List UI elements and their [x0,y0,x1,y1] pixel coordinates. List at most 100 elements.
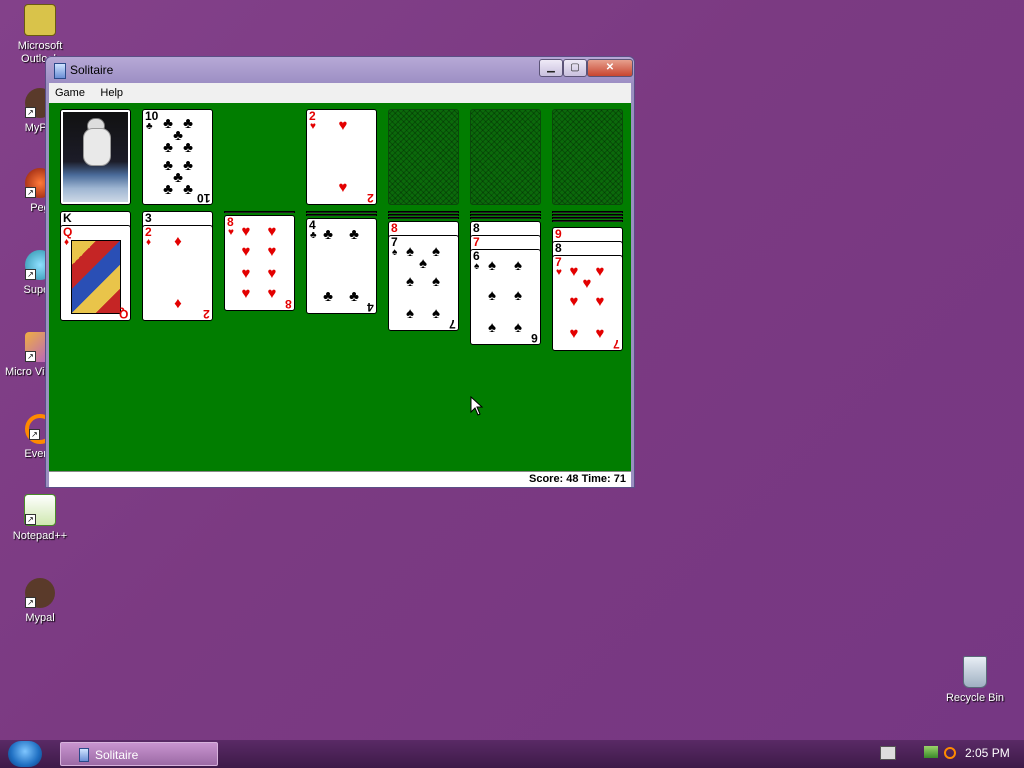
foundation-3-empty[interactable] [470,109,541,205]
heart-icon: ♥ [228,227,234,238]
search-tray-icon[interactable] [944,747,956,759]
card-rank: 7 [473,235,480,249]
club-icon: ♣ [323,288,333,305]
heart-icon: ♥ [267,223,277,240]
spade-icon: ♠ [432,305,440,322]
club-icon: ♣ [146,121,153,132]
heart-icon: ♥ [338,179,348,196]
spade-icon: ♠ [488,287,496,304]
desktop-icon-recycle-bin[interactable]: Recycle Bin [935,656,1015,705]
notepadpp-icon: ↗ [24,494,56,526]
diamond-icon: ♦ [174,233,182,250]
desktop-icon-mypal[interactable]: ↗ Mypal [0,578,80,625]
card-rank-bottom: 2 [203,307,210,321]
card-rank: 9 [555,227,562,241]
card-rank-bottom: 8 [285,297,292,311]
spade-icon: ♠ [406,273,414,290]
heart-icon: ♥ [569,293,579,310]
heart-icon: ♥ [556,267,562,278]
tableau-2-top-card[interactable]: 2 ♦ ♦ ♦ 2 [142,225,213,321]
score-time-readout: Score: 48 Time: 71 [528,473,626,485]
heart-icon: ♥ [267,285,277,302]
tableau-6-back-edge [470,214,541,216]
card-rank-bottom: 2 [367,191,374,205]
tableau-7-top-card[interactable]: 7 ♥ ♥ ♥ ♥ ♥ ♥ ♥ ♥ 7 [552,255,623,351]
diamond-icon: ♦ [146,237,152,248]
spade-icon: ♠ [432,273,440,290]
diamond-icon: ♦ [64,237,70,248]
maximize-button[interactable]: ▢ [563,59,587,77]
menu-help[interactable]: Help [94,84,128,99]
tableau-5-back-edge [388,217,459,219]
foundation-1[interactable]: 2 ♥ ♥ ♥ 2 [306,109,377,205]
taskbar-item-solitaire[interactable]: Solitaire [60,742,218,766]
tableau-5-top-card[interactable]: 7 ♠ ♠ ♠ ♠ ♠ ♠ ♠ ♠ 7 [388,235,459,331]
spade-icon: ♠ [392,247,398,258]
clock[interactable]: 2:05 PM [965,746,1010,760]
stock-pile[interactable] [60,109,131,205]
heart-icon: ♥ [267,243,277,260]
tableau-1-top-card[interactable]: Q ♦ Q [60,225,131,321]
card-rank: K [63,211,72,225]
club-icon: ♣ [183,181,193,198]
tableau-3-back-edge [224,211,295,213]
mouse-cursor-icon [470,396,484,416]
card-rank: 8 [473,221,480,235]
spade-icon: ♠ [419,255,427,272]
tableau-5-back-edge [388,211,459,213]
spade-icon: ♠ [432,243,440,260]
tableau-6-back-edge [470,217,541,219]
waste-pile-card[interactable]: 10 ♣ ♣ ♣ ♣ ♣ ♣ ♣ ♣ ♣ ♣ ♣ 10 [142,109,213,205]
menu-bar: Game Help [49,83,631,103]
spade-icon: ♠ [406,243,414,260]
tableau-6-top-card[interactable]: 6 ♠ ♠ ♠ ♠ ♠ ♠ ♠ 6 [470,249,541,345]
heart-icon: ♥ [582,275,592,292]
heart-icon: ♥ [241,223,251,240]
card-rank: 8 [555,241,562,255]
club-icon: ♣ [310,230,317,241]
heart-icon: ♥ [241,285,251,302]
card-rank-bottom: 6 [531,331,538,345]
taskbar: Solitaire 2:05 PM [0,740,1024,768]
tableau-4-back-edge [306,214,377,216]
title-bar[interactable]: Solitaire ▁ ▢ ✕ [46,57,634,83]
tableau-4-top-card[interactable]: 4 ♣ ♣ ♣ ♣ ♣ 4 [306,218,377,314]
tableau-3-top-card[interactable]: 8 ♥ ♥ ♥ ♥ ♥ ♥ ♥ ♥ ♥ 8 [224,215,295,311]
foundation-4-empty[interactable] [552,109,623,205]
minimize-button[interactable]: ▁ [539,59,563,77]
card-rank-bottom: 7 [449,317,456,331]
spade-icon: ♠ [514,257,522,274]
heart-icon: ♥ [241,243,251,260]
spade-icon: ♠ [406,305,414,322]
close-button[interactable]: ✕ [587,59,633,77]
club-icon: ♣ [183,139,193,156]
club-icon: ♣ [163,181,173,198]
heart-icon: ♥ [569,263,579,280]
diamond-icon: ♦ [174,295,182,312]
card-rank-bottom: 4 [367,300,374,314]
card-rank: 3 [145,211,152,225]
network-icon[interactable] [924,746,938,758]
tableau-4-back-edge [306,211,377,213]
keyboard-icon[interactable] [880,746,896,760]
heart-icon: ♥ [569,325,579,342]
desktop-icon-notepadpp[interactable]: ↗ Notepad++ [0,494,80,543]
heart-icon: ♥ [595,263,605,280]
foundation-2-empty[interactable] [388,109,459,205]
heart-icon: ♥ [338,117,348,134]
heart-icon: ♥ [310,121,316,132]
card-rank-bottom: 10 [196,191,210,205]
spacesuit-shape [83,128,111,166]
outlook-icon [24,4,56,36]
start-button[interactable] [8,741,42,767]
tableau-7-back-edge [552,217,623,219]
card-rank: 8 [391,221,398,235]
club-icon: ♣ [323,226,333,243]
menu-game[interactable]: Game [49,84,90,99]
heart-icon: ♥ [267,265,277,282]
tableau-6-back-edge [470,211,541,213]
game-felt[interactable]: 10 ♣ ♣ ♣ ♣ ♣ ♣ ♣ ♣ ♣ ♣ ♣ 10 2 ♥ ♥ ♥ 2 K … [49,103,631,471]
solitaire-app-icon [54,63,66,79]
queen-face-image [71,240,121,314]
solitaire-window: Solitaire ▁ ▢ ✕ Game Help 10 ♣ ♣ ♣ ♣ ♣ ♣… [45,56,635,488]
